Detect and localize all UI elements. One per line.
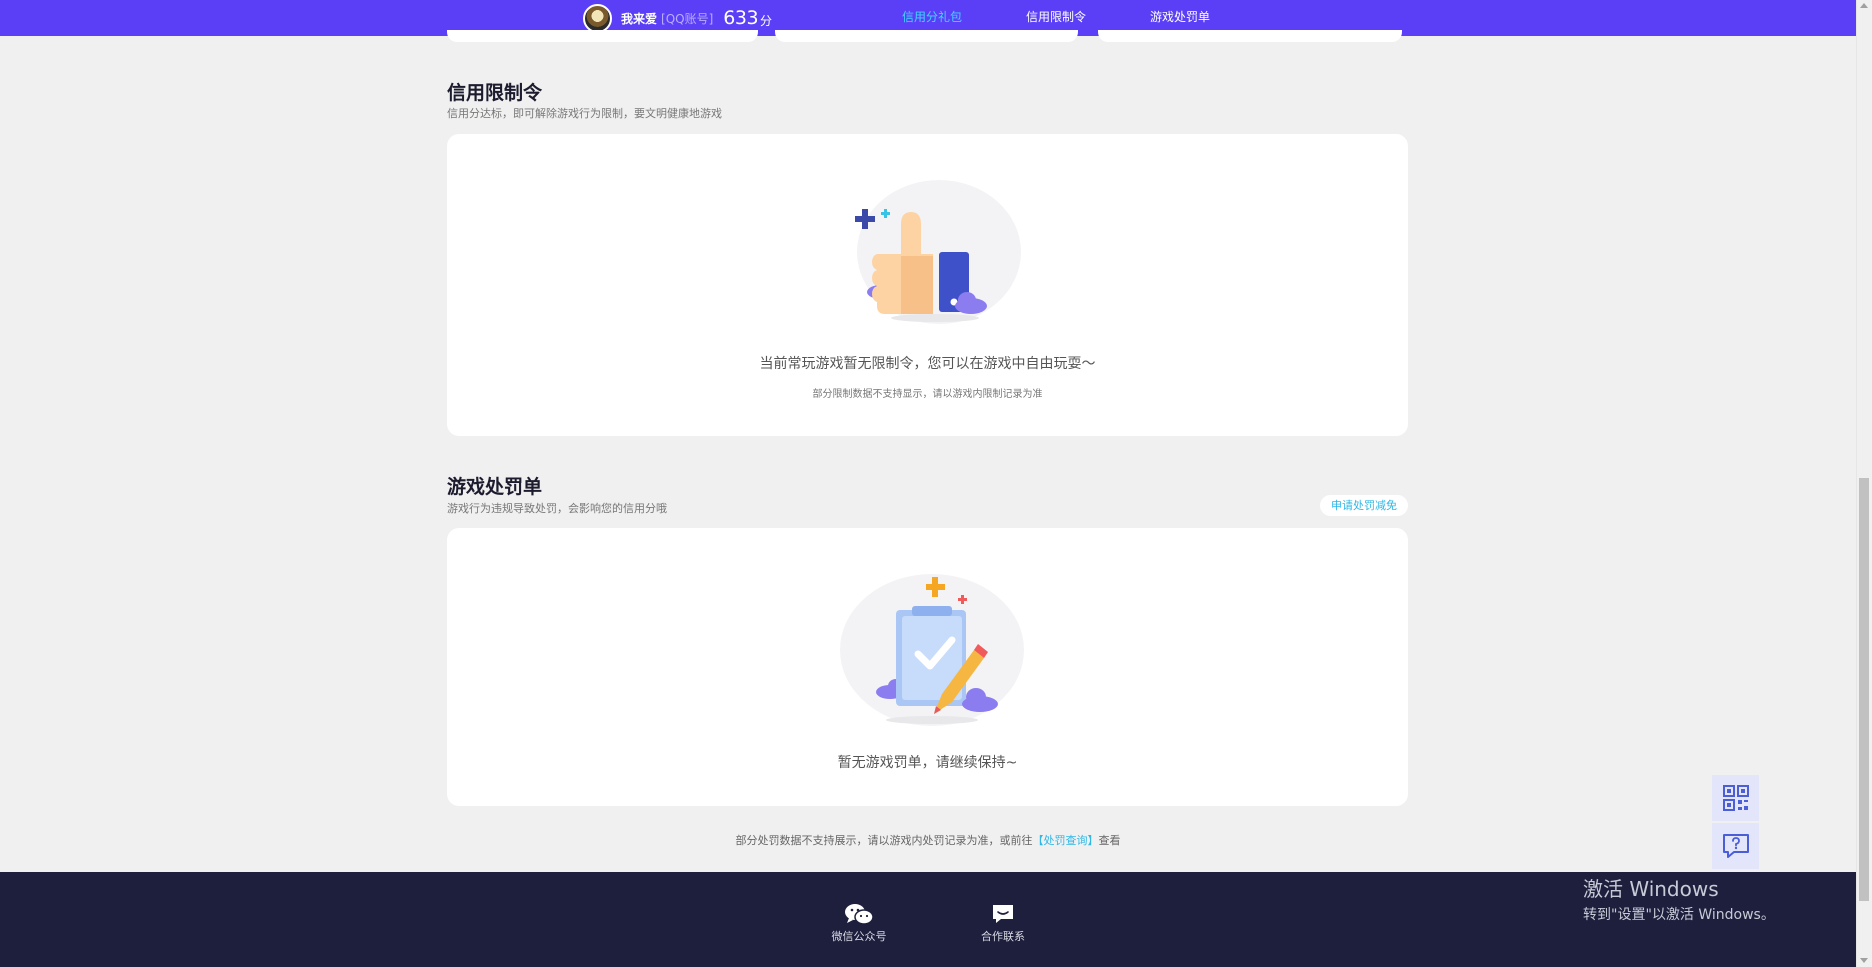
help-chat-icon [1722,834,1749,858]
section-title-penalty: 游戏处罚单 [447,476,543,498]
windows-activation-watermark: 激活 Windows 转到"设置"以激活 Windows。 [1583,873,1775,924]
chat-icon [993,905,1013,923]
apply-penalty-reduction-button[interactable]: 申请处罚减免 [1320,495,1408,516]
footnote-text: 部分处罚数据不支持展示，请以游戏内处罚记录为准，或前往 [735,834,1033,847]
credit-score: 633 [723,7,759,29]
restriction-empty-message: 当前常玩游戏暂无限制令，您可以在游戏中自由玩耍～ [759,356,1096,372]
qr-code-button[interactable] [1712,775,1759,821]
user-name: 我来爱 [621,11,658,26]
penalty-empty-message: 暂无游戏罚单，请继续保持~ [837,755,1018,771]
clipboard-check-icon [840,574,1024,726]
penalty-card: 暂无游戏罚单，请继续保持~ [447,528,1408,806]
previous-card-edge [1098,30,1402,42]
activation-hint: 转到"设置"以激活 Windows。 [1583,907,1775,923]
scrollbar-thumb[interactable] [1859,478,1869,901]
scroll-down-arrow[interactable] [1860,958,1868,963]
restriction-empty-note: 部分限制数据不支持显示，请以游戏内限制记录为准 [812,389,1043,400]
thumbs-up-icon [855,180,1021,324]
wechat-icon [845,904,874,925]
penalty-query-link[interactable]: 【处罚查询】 [1033,834,1099,847]
footer-item-contact[interactable]: 合作联系 [963,902,1043,944]
footer-label-wechat: 微信公众号 [831,930,887,943]
account-tag: [QQ账号] [661,11,714,26]
section-subtitle-penalty: 游戏行为违规导致处罚，会影响您的信用分哦 [447,502,667,515]
previous-card-edge [775,30,1078,42]
user-info: 我来爱 [QQ账号] 633 分 [583,3,772,33]
footer: 微信公众号 合作联系 [0,872,1856,967]
scroll-up-arrow[interactable] [1860,3,1868,8]
previous-card-edge [447,30,758,42]
footer-item-wechat[interactable]: 微信公众号 [819,902,899,944]
section-title-restriction: 信用限制令 [447,82,543,104]
restriction-card: 当前常玩游戏暂无限制令，您可以在游戏中自由玩耍～ 部分限制数据不支持显示，请以游… [447,134,1408,436]
footer-label-contact: 合作联系 [981,930,1025,943]
activation-title: 激活 Windows [1583,877,1719,901]
avatar[interactable] [583,3,612,33]
section-subtitle-restriction: 信用分达标，即可解除游戏行为限制，要文明健康地游戏 [447,107,722,120]
footnote-suffix: 查看 [1098,834,1121,847]
help-button[interactable] [1712,823,1759,869]
penalty-footnote: 部分处罚数据不支持展示，请以游戏内处罚记录为准，或前往【处罚查询】查看 [0,832,1856,848]
qr-code-icon [1722,785,1749,811]
score-unit: 分 [760,13,773,28]
